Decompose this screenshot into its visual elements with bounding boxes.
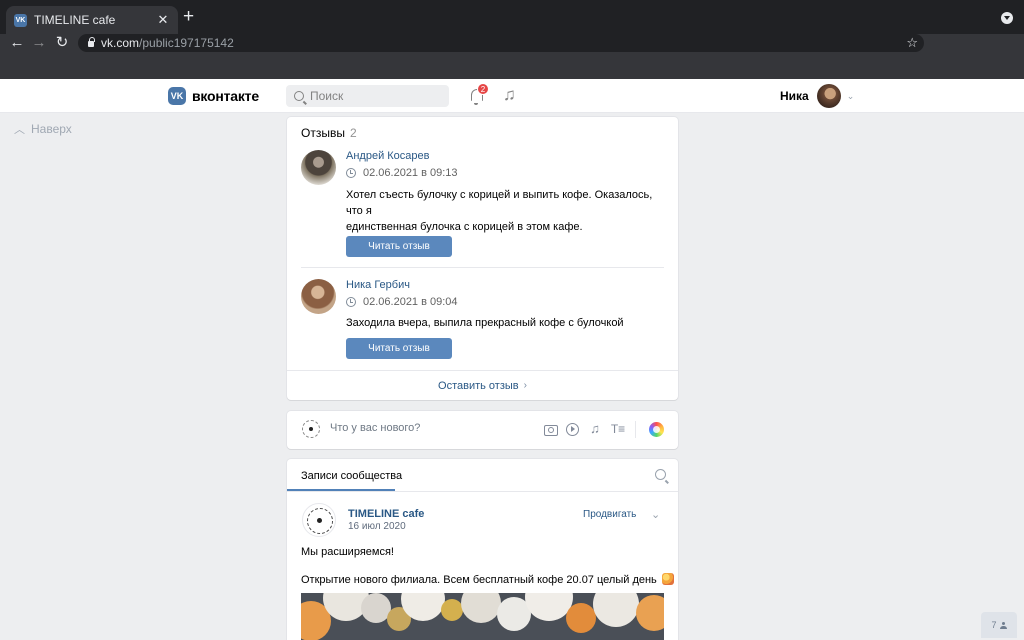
vk-header: VK вконтакте 2 ♫ Ника ⌄ xyxy=(0,79,1024,113)
tab-community-posts[interactable]: Записи сообщества xyxy=(301,470,402,482)
person-icon xyxy=(999,621,1007,629)
review-author-link[interactable]: Андрей Косарев xyxy=(346,150,430,162)
url-host: vk.com xyxy=(101,36,140,50)
user-name: Ника xyxy=(780,89,809,103)
reviews-count: 2 xyxy=(349,126,357,140)
search-box[interactable] xyxy=(286,85,449,107)
camera-icon[interactable] xyxy=(542,421,558,437)
music-note-icon[interactable]: ♫ xyxy=(587,421,603,437)
review-author-link[interactable]: Ника Гербич xyxy=(346,279,410,291)
party-emoji-icon xyxy=(661,573,674,585)
wall-tabs: Записи сообщества xyxy=(287,459,678,492)
reviews-header: Отзывы 2 xyxy=(301,126,357,140)
read-review-button[interactable]: Читать отзыв xyxy=(346,236,452,257)
avatar xyxy=(816,84,841,108)
post-composer: ♫ T≡ xyxy=(287,411,678,449)
post-author-avatar[interactable] xyxy=(302,503,336,537)
bookmark-star-icon[interactable]: ☆ xyxy=(906,34,918,52)
browser-toolbar: ← → ↻ vk.com/public197175142 ☆ xyxy=(0,34,1024,79)
reviews-title: Отзывы xyxy=(301,126,345,140)
post-text-line: Мы расширяемся! xyxy=(301,546,394,558)
color-palette-icon[interactable] xyxy=(649,422,664,437)
review-date-text: 02.06.2021 в 09:13 xyxy=(363,167,458,179)
reviewer-avatar[interactable] xyxy=(301,150,336,185)
community-wall: Записи сообщества TIMELINE cafe 16 июл 2… xyxy=(287,459,678,640)
back-to-top-link[interactable]: ︿ Наверх xyxy=(14,121,72,137)
post-text: Открытие нового филиала. Всем бесплатный… xyxy=(301,574,657,586)
browser-tab-bar: VK TIMELINE cafe ✕ + xyxy=(0,0,1024,34)
url-path: /public197175142 xyxy=(139,36,234,50)
back-to-top-label: Наверх xyxy=(31,122,72,136)
lock-icon xyxy=(88,37,95,47)
notifications-button[interactable]: 2 xyxy=(469,83,489,105)
clock-icon xyxy=(346,297,356,307)
review-date: 02.06.2021 в 09:13 xyxy=(346,167,458,179)
user-menu[interactable]: Ника ⌄ xyxy=(780,84,854,108)
chevron-right-icon: › xyxy=(523,380,527,391)
back-arrow-icon[interactable]: ← xyxy=(6,34,28,52)
new-tab-button[interactable]: + xyxy=(183,7,194,27)
post-date[interactable]: 16 июл 2020 xyxy=(348,521,406,532)
review-date: 02.06.2021 в 09:04 xyxy=(346,296,458,308)
divider xyxy=(301,267,664,268)
online-count: 7 xyxy=(991,620,997,630)
community-logo-icon xyxy=(302,420,320,438)
chevron-down-icon: ⌄ xyxy=(846,90,855,101)
browser-menu-icon[interactable] xyxy=(1001,12,1013,24)
reload-icon[interactable]: ↻ xyxy=(51,34,73,52)
post-text-line: Открытие нового филиала. Всем бесплатный… xyxy=(301,573,674,586)
new-post-input[interactable] xyxy=(330,422,510,434)
post-photo[interactable] xyxy=(301,593,664,640)
vk-favicon-icon: VK xyxy=(14,13,27,27)
review-item: Ника Гербич 02.06.2021 в 09:04 Заходила … xyxy=(301,279,664,359)
tab-title: TIMELINE cafe xyxy=(34,13,116,27)
promote-button[interactable]: Продвигать xyxy=(583,509,636,520)
search-icon xyxy=(294,91,304,101)
review-item: Андрей Косарев 02.06.2021 в 09:13 Хотел … xyxy=(301,150,664,260)
leave-review-link[interactable]: Оставить отзыв › xyxy=(287,370,678,400)
music-note-icon[interactable]: ♫ xyxy=(503,86,516,104)
review-date-text: 02.06.2021 в 09:04 xyxy=(363,296,458,308)
post-author-link[interactable]: TIMELINE cafe xyxy=(348,508,424,520)
divider xyxy=(635,421,636,438)
review-text: Заходила вчера, выпила прекрасный кофе с… xyxy=(346,315,664,331)
read-review-button[interactable]: Читать отзыв xyxy=(346,338,452,359)
review-text-line: Хотел съесть булочку с корицей и выпить … xyxy=(346,189,653,217)
active-tab-indicator xyxy=(287,489,395,491)
tab-close-icon[interactable]: ✕ xyxy=(156,12,170,28)
reviewer-avatar[interactable] xyxy=(301,279,336,314)
video-icon[interactable] xyxy=(564,421,580,437)
chevron-down-icon[interactable]: ⌄ xyxy=(651,508,660,521)
review-text-line: единственная булочка с корицей в этом ка… xyxy=(346,221,583,233)
address-bar[interactable]: vk.com/public197175142 ☆ xyxy=(78,34,924,52)
vk-logo-text: вконтакте xyxy=(192,88,259,104)
leave-review-label: Оставить отзыв xyxy=(438,379,519,392)
chevron-up-icon: ︿ xyxy=(14,124,25,136)
search-icon[interactable] xyxy=(655,469,666,480)
text-format-icon[interactable]: T≡ xyxy=(610,421,626,437)
search-input[interactable] xyxy=(310,89,440,103)
clock-icon xyxy=(346,168,356,178)
review-text-line: Заходила вчера, выпила прекрасный кофе с… xyxy=(346,317,624,329)
forward-arrow-icon[interactable]: → xyxy=(28,34,50,52)
vk-logo-icon: VK xyxy=(168,87,186,105)
notification-badge: 2 xyxy=(477,83,489,95)
browser-tab[interactable]: VK TIMELINE cafe ✕ xyxy=(6,6,178,34)
reviews-card: Отзывы 2 Андрей Косарев 02.06.2021 в 09:1… xyxy=(287,117,678,400)
vk-logo[interactable]: VK вконтакте xyxy=(168,87,259,105)
online-users-widget[interactable]: 7 xyxy=(981,612,1017,638)
